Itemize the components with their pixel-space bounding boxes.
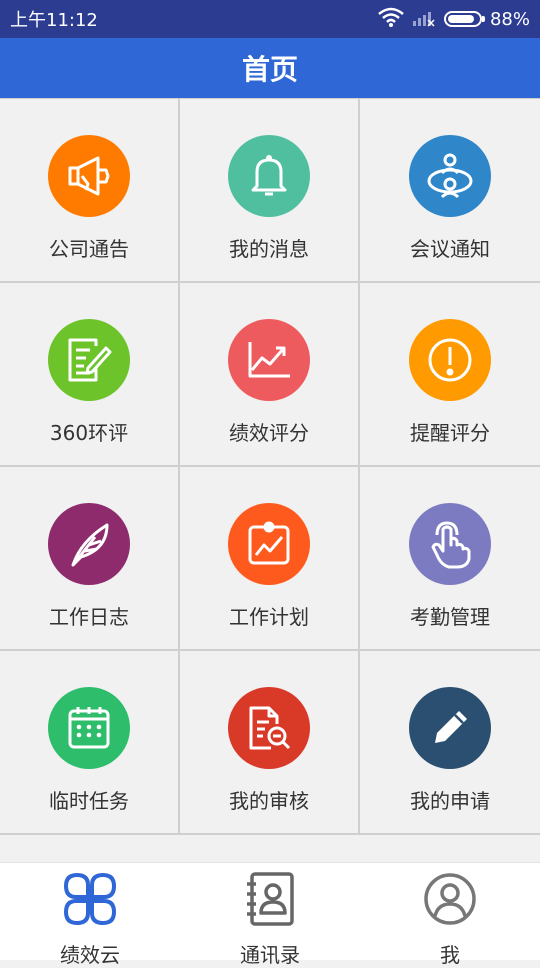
tile-360-review[interactable]: 360环评: [0, 283, 180, 467]
calendar-icon: [48, 687, 130, 769]
clover-icon: [62, 871, 118, 931]
alert-icon: [409, 319, 491, 401]
tab-label: 我: [440, 943, 460, 967]
tab-performance-cloud[interactable]: 绩效云: [0, 863, 180, 967]
tile-label: 考勤管理: [410, 605, 490, 629]
tile-reminder-score[interactable]: 提醒评分: [360, 283, 540, 467]
tile-label: 提醒评分: [410, 421, 490, 445]
plan-chart-icon: [228, 503, 310, 585]
tile-attendance[interactable]: 考勤管理: [360, 467, 540, 651]
tile-work-plan[interactable]: 工作计划: [180, 467, 360, 651]
battery-percent: 88%: [489, 8, 530, 30]
document-search-icon: [228, 687, 310, 769]
user-icon: [422, 871, 478, 931]
battery-icon: [443, 11, 485, 27]
title-bar: 首页: [0, 38, 540, 98]
tile-company-notice[interactable]: 公司通告: [0, 99, 180, 283]
tile-meeting-notice[interactable]: 会议通知: [360, 99, 540, 283]
tile-label: 360环评: [49, 421, 129, 445]
bottom-tab-bar: 绩效云 通讯录 我: [0, 862, 540, 967]
tile-work-log[interactable]: 工作日志: [0, 467, 180, 651]
meeting-icon: [409, 135, 491, 217]
edit-document-icon: [48, 319, 130, 401]
tile-performance-score[interactable]: 绩效评分: [180, 283, 360, 467]
tab-me[interactable]: 我: [360, 863, 540, 967]
tile-my-review[interactable]: 我的审核: [180, 651, 360, 835]
tile-label: 我的审核: [229, 789, 309, 813]
status-bar: 上午11:12 88%: [0, 0, 540, 38]
wifi-icon: [378, 7, 404, 32]
tile-label: 我的申请: [410, 789, 490, 813]
tile-label: 工作日志: [49, 605, 129, 629]
tab-label: 通讯录: [240, 943, 300, 967]
tile-label: 公司通告: [49, 237, 129, 261]
tile-label: 工作计划: [229, 605, 309, 629]
page-title: 首页: [241, 53, 298, 86]
tile-my-application[interactable]: 我的申请: [360, 651, 540, 835]
megaphone-icon: [48, 135, 130, 217]
tile-label: 绩效评分: [229, 421, 309, 445]
tile-label: 临时任务: [49, 789, 129, 813]
tab-contacts[interactable]: 通讯录: [180, 863, 360, 967]
signal-icon: [412, 7, 436, 32]
feather-icon: [48, 503, 130, 585]
trend-chart-icon: [228, 319, 310, 401]
tile-temp-task[interactable]: 临时任务: [0, 651, 180, 835]
status-indicators: 88%: [378, 7, 530, 32]
tab-label: 绩效云: [60, 943, 120, 967]
tile-label: 我的消息: [229, 237, 309, 261]
contacts-book-icon: [242, 871, 298, 931]
feature-grid: 公司通告 我的消息 会议通知 360环评 绩效评分 提醒评分 工作日志 工作计划…: [0, 98, 540, 835]
tile-label: 会议通知: [410, 237, 490, 261]
bell-icon: [228, 135, 310, 217]
tap-hand-icon: [409, 503, 491, 585]
pencil-icon: [409, 687, 491, 769]
tile-my-messages[interactable]: 我的消息: [180, 99, 360, 283]
status-time: 上午11:12: [10, 10, 98, 31]
